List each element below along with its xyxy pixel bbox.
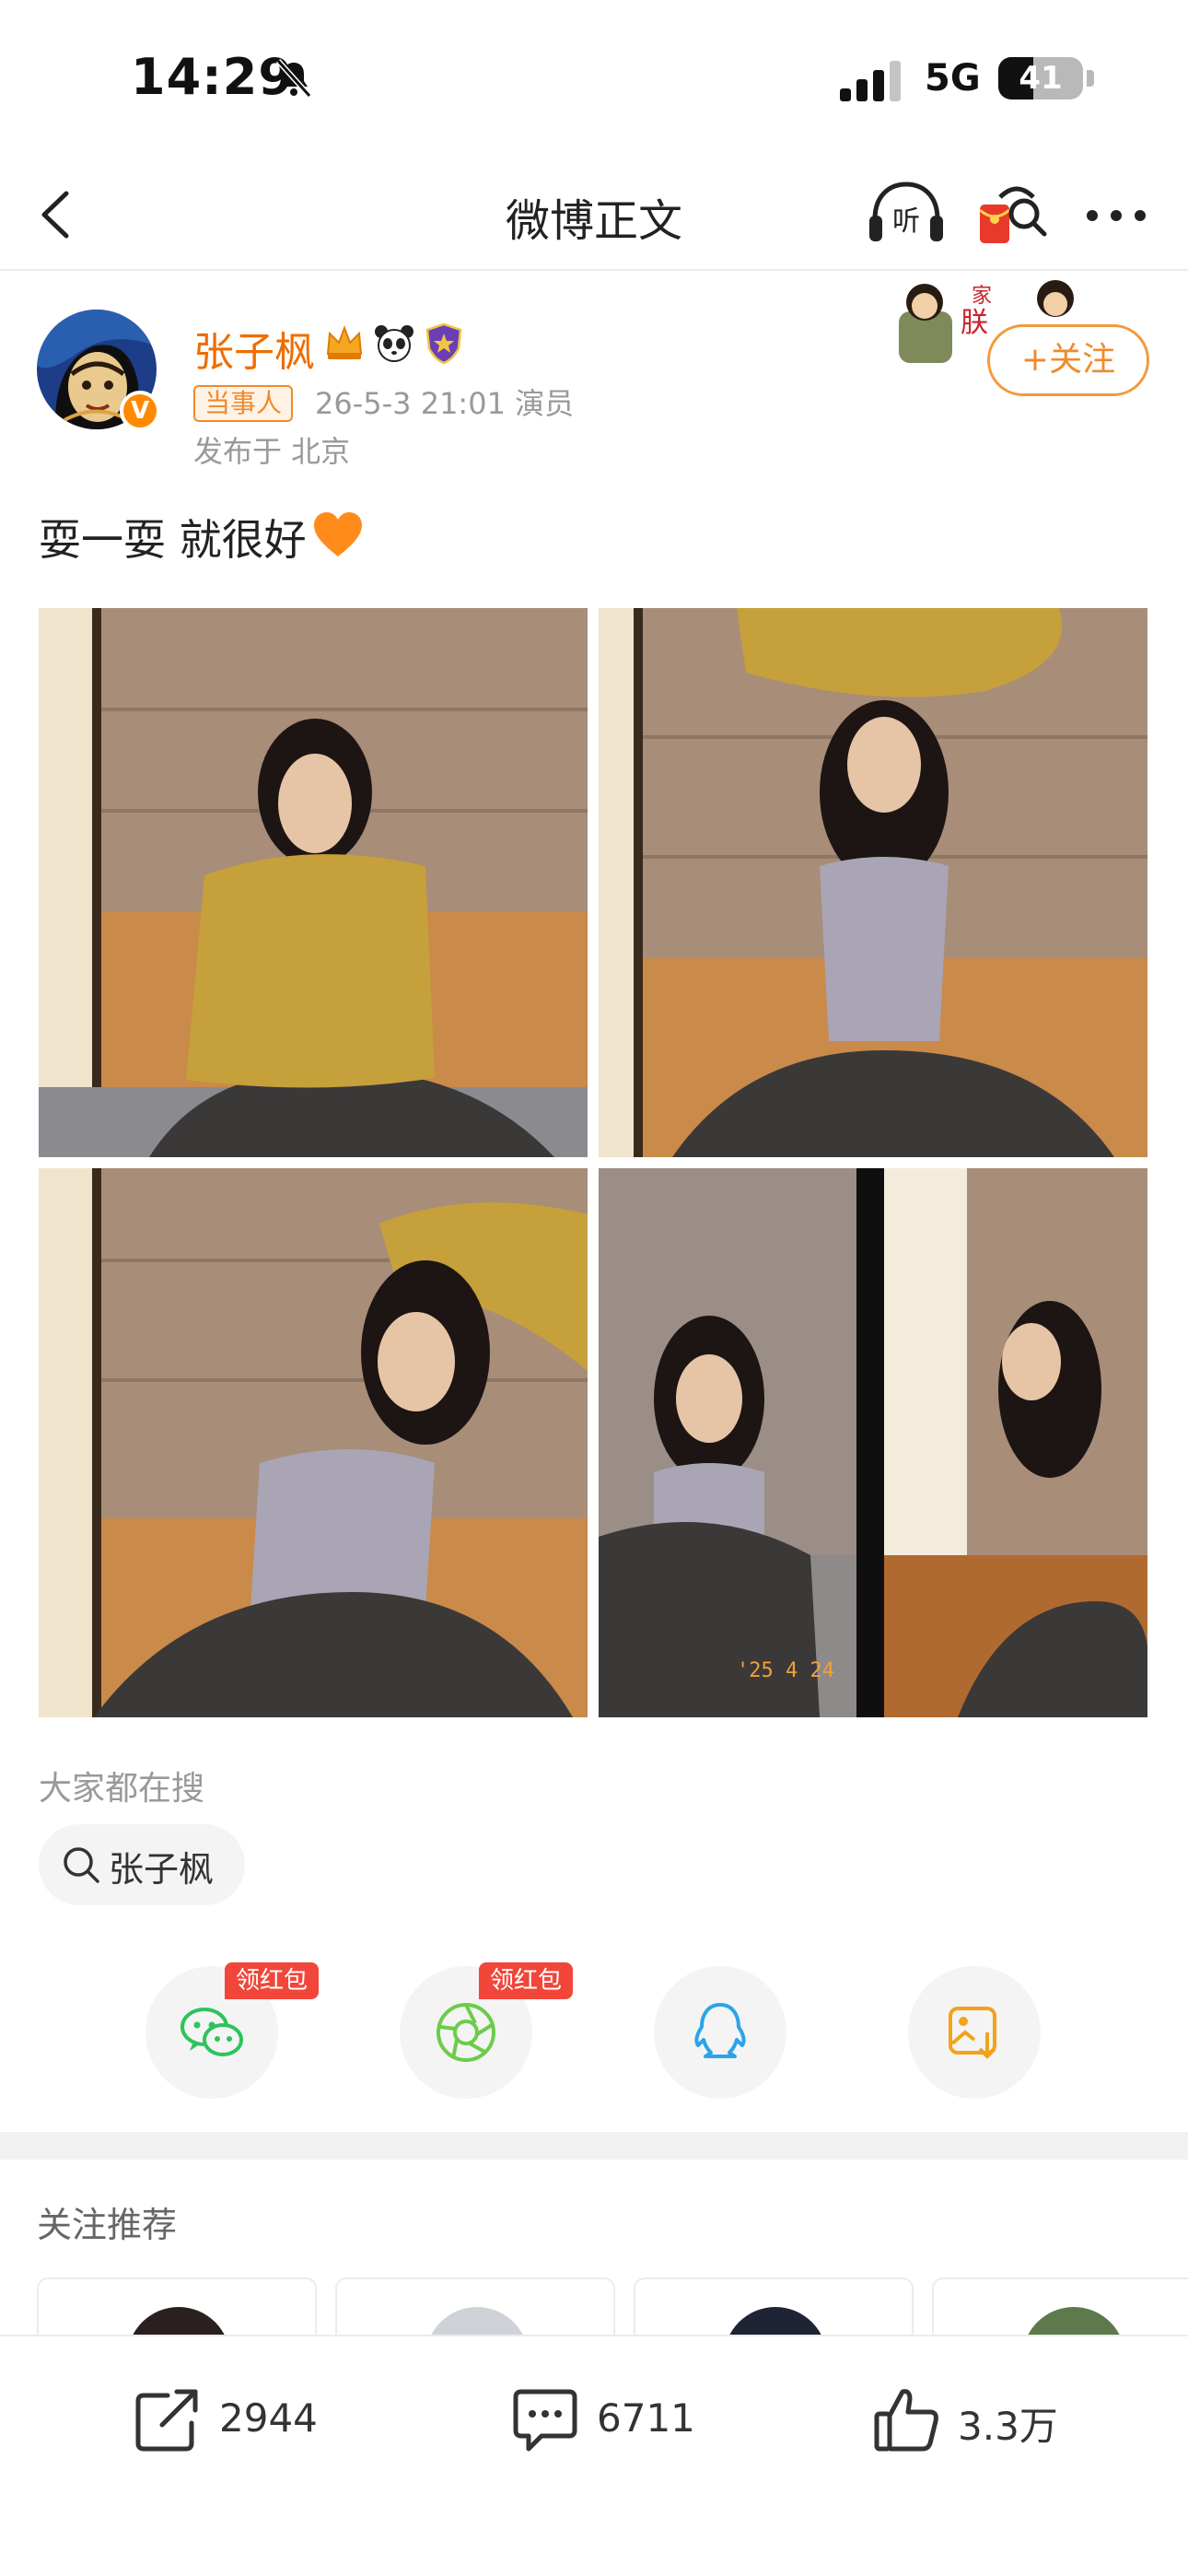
post-text: 耍一耍 就很好 [39, 507, 364, 568]
cellular-signal-icon [840, 61, 901, 101]
thumbs-up-icon [874, 2389, 938, 2452]
moments-aperture-icon [437, 2003, 495, 2062]
share-qq-button[interactable] [654, 1966, 786, 2099]
comment-count: 6711 [597, 2395, 695, 2441]
svg-text:家: 家 [972, 285, 992, 308]
recommend-heading: 关注推荐 [37, 2205, 178, 2245]
search-icon [64, 1847, 99, 1883]
author-name[interactable]: 张子枫 [193, 319, 315, 378]
bell-muted-icon [275, 58, 312, 99]
like-count: 3.3万 [958, 2404, 1058, 2449]
svg-text:朕: 朕 [961, 307, 988, 339]
post-photo-2[interactable] [599, 608, 1147, 1157]
qq-penguin-icon [694, 2003, 746, 2058]
crown-badge-icon[interactable] [322, 321, 367, 365]
red-packet-search-icon[interactable] [976, 177, 1050, 251]
party-involved-tag: 当事人 [193, 385, 294, 422]
status-time: 14:29 [131, 48, 294, 106]
orange-heart-icon [313, 512, 362, 556]
save-image-icon [949, 2007, 996, 2059]
nav-bar: 微博正文 听 [0, 157, 1188, 271]
status-bar: 14:29 5G 41 [0, 0, 1188, 157]
post-photo-3[interactable] [39, 1168, 588, 1717]
repost-count: 2944 [219, 2395, 318, 2441]
post-location: 发布于 北京 [193, 434, 351, 469]
more-options-icon[interactable] [1083, 197, 1149, 234]
listen-headphones-icon[interactable]: 听 [866, 177, 947, 251]
battery-cap [1087, 70, 1094, 87]
section-divider [0, 2132, 1188, 2160]
repost-icon [135, 2389, 198, 2452]
redpack-tag-wechat: 领红包 [225, 1962, 320, 1999]
svg-text:'25 4 24: '25 4 24 [737, 1659, 834, 1682]
comment-icon [513, 2389, 577, 2452]
save-image-button[interactable] [908, 1966, 1041, 2099]
post-meta: 26-5-3 21:01 演员 [315, 386, 575, 421]
bottom-toolbar: 2944 6711 3.3万 [0, 2335, 1188, 2576]
network-type: 5G [925, 57, 981, 100]
svg-text:听: 听 [892, 205, 920, 238]
follow-button[interactable]: +关注 [987, 324, 1149, 396]
battery-percent: 41 [1019, 60, 1063, 97]
battery-indicator: 41 [998, 57, 1083, 100]
redpack-tag-moments: 领红包 [479, 1962, 574, 1999]
trending-search-chip[interactable]: 张子枫 [39, 1824, 245, 1905]
trending-search-label: 张子枫 [109, 1849, 215, 1890]
wechat-icon [181, 2008, 243, 2056]
post-text-content: 耍一耍 就很好 [39, 515, 307, 565]
verified-badge: V [120, 391, 160, 431]
post-photo-4[interactable]: '25 4 24 [599, 1168, 1147, 1717]
shield-badge-icon[interactable] [422, 321, 466, 365]
post-photo-1[interactable] [39, 608, 588, 1157]
panda-badge-icon[interactable] [372, 321, 416, 365]
trending-search-heading: 大家都在搜 [39, 1770, 205, 1808]
